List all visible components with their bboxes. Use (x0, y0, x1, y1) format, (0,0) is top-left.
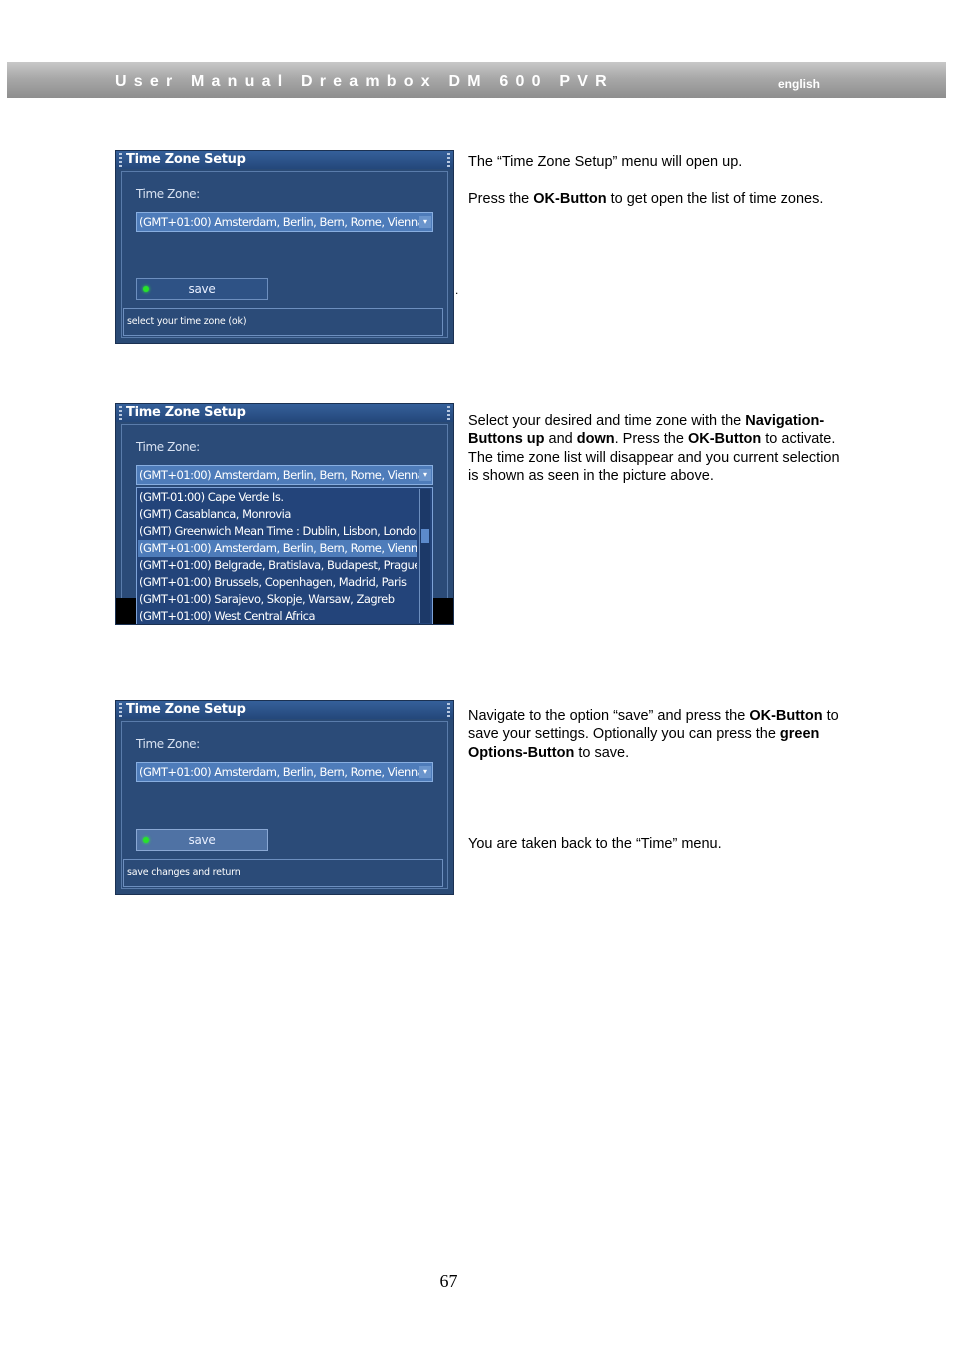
grip-icon (447, 406, 450, 420)
scrollbar-thumb[interactable] (421, 529, 429, 543)
window-title: Time Zone Setup (126, 702, 246, 717)
text: The “Time Zone Setup” menu will open up. (468, 154, 743, 170)
window-title-bar: Time Zone Setup (116, 151, 453, 169)
list-item[interactable]: (GMT) Casablanca, Monrovia (138, 506, 417, 523)
save-button[interactable]: save (136, 278, 268, 300)
manual-title: User Manual Dreambox DM 600 PVR (115, 73, 614, 90)
text: Press the (468, 190, 534, 207)
time-zone-label: Time Zone: (136, 737, 200, 751)
text: The time zone list will disappear and yo… (468, 449, 840, 484)
list-item[interactable]: (GMT+01:00) Sarajevo, Skopje, Warsaw, Za… (138, 591, 417, 608)
screenshot-time-zone-setup-3: Time Zone Setup Time Zone: (GMT+01:00) A… (115, 700, 454, 895)
bold-text: OK-Button (749, 708, 823, 724)
combo-arrow-icon: ▾ (419, 216, 431, 228)
paragraph: You are taken back to the “Time” menu. (468, 835, 840, 853)
stray-dot: . (455, 283, 459, 297)
save-label: save (188, 282, 216, 296)
grip-icon (119, 703, 122, 717)
text: Navigate to the option “save” and press … (468, 708, 750, 724)
status-text: save changes and return (127, 867, 241, 878)
list-item[interactable]: (GMT+01:00) Brussels, Copenhagen, Madrid… (138, 574, 417, 591)
window-title: Time Zone Setup (126, 405, 246, 420)
list-item[interactable]: (GMT-01:00) Cape Verde Is. (138, 489, 417, 506)
black-strip-right (433, 598, 453, 624)
combo-arrow-icon: ▾ (419, 469, 431, 481)
text: . Press the (614, 431, 688, 448)
save-label: save (188, 833, 216, 847)
black-strip-left (116, 598, 136, 624)
time-zone-combo[interactable]: (GMT+01:00) Amsterdam, Berlin, Bern, Rom… (136, 762, 433, 782)
time-zone-value: (GMT+01:00) Amsterdam, Berlin, Bern, Rom… (139, 215, 425, 229)
time-zone-label: Time Zone: (136, 440, 200, 454)
text: and (544, 431, 577, 448)
status-text: select your time zone (ok) (127, 316, 247, 327)
grip-icon (447, 703, 450, 717)
window-title-bar: Time Zone Setup (116, 701, 453, 719)
list-item[interactable]: (GMT+01:00) West Central Africa (138, 608, 417, 624)
time-zone-combo[interactable]: (GMT+01:00) Amsterdam, Berlin, Bern, Rom… (136, 465, 433, 485)
paragraph: Select your desired and time zone with t… (468, 412, 840, 449)
screenshot-time-zone-setup-2: Time Zone Setup Time Zone: (GMT+01:00) A… (115, 403, 454, 625)
page-number: 67 (439, 1271, 458, 1291)
manual-header: User Manual Dreambox DM 600 PVR english (7, 62, 946, 98)
bold-text: OK-Button (533, 190, 607, 207)
screenshot-time-zone-setup-1: Time Zone Setup Time Zone: (GMT+01:00) A… (115, 150, 454, 344)
list-item-selected[interactable]: (GMT+01:00) Amsterdam, Berlin, Bern, Rom… (138, 540, 417, 557)
instructions-block-1: The “Time Zone Setup” menu will open up.… (468, 153, 840, 208)
time-zone-list[interactable]: (GMT-01:00) Cape Verde Is. (GMT) Casabla… (136, 487, 433, 624)
instructions-block-2: Select your desired and time zone with t… (468, 412, 840, 485)
text: You are taken back to the “Time” menu. (468, 836, 722, 852)
status-bar: select your time zone (ok) (123, 308, 443, 336)
text: to activate. (761, 431, 836, 448)
list-item[interactable]: (GMT+01:00) Belgrade, Bratislava, Budape… (138, 557, 417, 574)
instructions-block-3-note: You are taken back to the “Time” menu. (468, 835, 840, 853)
paragraph: Press the OK-Button to get open the list… (468, 190, 840, 208)
window-title-bar: Time Zone Setup (116, 404, 453, 422)
status-bar: save changes and return (123, 859, 443, 887)
time-zone-value: (GMT+01:00) Amsterdam, Berlin, Bern, Rom… (139, 765, 425, 779)
window-title: Time Zone Setup (126, 152, 246, 167)
paragraph: The time zone list will disappear and yo… (468, 449, 840, 486)
language-label: english (778, 77, 821, 91)
combo-arrow-icon: ▾ (419, 766, 431, 778)
list-item[interactable]: (GMT) Greenwich Mean Time : Dublin, Lisb… (138, 523, 417, 540)
save-button[interactable]: save (136, 829, 268, 851)
list-scrollbar[interactable] (419, 489, 430, 623)
text: to get open the list of time zones. (606, 190, 824, 207)
time-zone-label: Time Zone: (136, 187, 200, 201)
grip-icon (119, 153, 122, 167)
time-zone-combo[interactable]: (GMT+01:00) Amsterdam, Berlin, Bern, Rom… (136, 212, 433, 232)
text: to save. (574, 744, 630, 761)
grip-icon (119, 406, 122, 420)
paragraph: The “Time Zone Setup” menu will open up. (468, 153, 840, 171)
bold-text: OK-Button (687, 431, 762, 448)
time-zone-value: (GMT+01:00) Amsterdam, Berlin, Bern, Rom… (139, 468, 425, 482)
instructions-block-3: Navigate to the option “save” and press … (468, 707, 840, 762)
text: Select your desired and time zone with t… (468, 413, 746, 429)
bold-text: down (576, 431, 615, 448)
grip-icon (447, 153, 450, 167)
paragraph: Navigate to the option “save” and press … (468, 707, 840, 762)
